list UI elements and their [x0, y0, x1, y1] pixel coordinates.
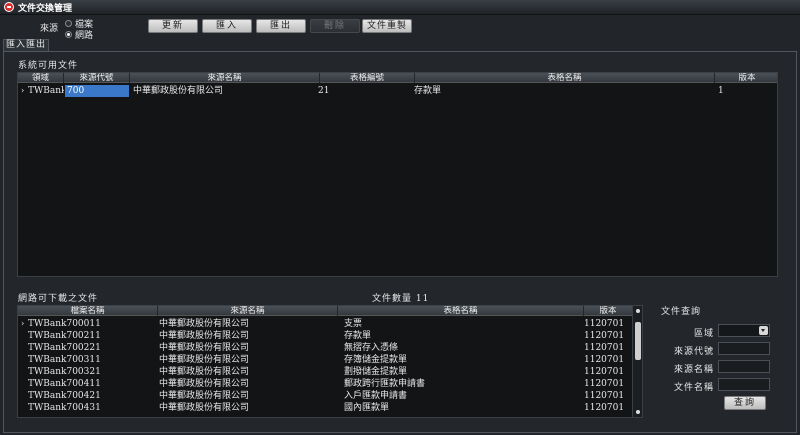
col-form-name[interactable]: 表格名稱 [415, 73, 715, 83]
scroll-down-icon[interactable] [636, 410, 640, 414]
cell-file-name: TWBank700011 [28, 319, 101, 329]
cell-version: 1120701 [584, 403, 625, 413]
scroll-up-icon[interactable] [636, 309, 640, 313]
file-name-label: 文件名稱 [673, 383, 714, 393]
cell-form-name: 無摺存入憑條 [344, 343, 399, 353]
cell-form-no: 21 [318, 86, 330, 96]
table-row[interactable]: TWBank700421 中華郵政股份有限公司 入戶匯款申請書 1120701 [18, 390, 642, 402]
cell-source-name: 中華郵政股份有限公司 [159, 355, 250, 365]
cell-form-name: 郵政跨行匯款申請書 [344, 379, 426, 389]
cell-form-name: 存簿儲金提款單 [344, 355, 408, 365]
export-button[interactable]: 匯出 [256, 19, 306, 33]
cell-form-name: 支票 [344, 319, 363, 329]
cell-version: 1120701 [584, 367, 625, 377]
cell-source-name: 中華郵政股份有限公司 [159, 391, 250, 401]
downloadable-scrollbar[interactable] [632, 306, 642, 417]
cell-form-name: 國內匯款單 [344, 403, 390, 413]
table-row[interactable]: TWBank700221 中華郵政股份有限公司 無摺存入憑條 1120701 [18, 342, 642, 354]
radio-network[interactable]: 網路 [65, 28, 93, 41]
file-name-input[interactable] [718, 378, 770, 391]
source-name-input[interactable] [718, 360, 770, 373]
search-button[interactable]: 查詢 [724, 396, 766, 410]
cell-version: 1120701 [584, 319, 625, 329]
cell-file-name: TWBank700411 [28, 379, 101, 389]
radio-network-label: 網路 [75, 31, 94, 41]
col-source-code[interactable]: 來源代號 [64, 73, 130, 83]
table-row[interactable]: › TWBank700011 中華郵政股份有限公司 支票 1120701 [18, 318, 642, 330]
cell-source-name: 中華郵政股份有限公司 [133, 86, 224, 96]
source-name-label: 來源名稱 [673, 365, 714, 375]
cell-domain: TWBank [28, 86, 64, 96]
cell-source-name: 中華郵政股份有限公司 [159, 379, 250, 389]
available-table-header: 領域 來源代號 來源名稱 表格編號 表格名稱 版本 [18, 73, 777, 83]
cell-version: 1120701 [584, 343, 625, 353]
downloadable-table-header: 檔案名稱 來源名稱 表格名稱 版本 [18, 306, 632, 316]
cell-form-name: 存款單 [344, 331, 372, 341]
document-count: 文件數量 11 [372, 294, 430, 304]
title-bar: 文件交換管理 [0, 0, 800, 15]
table-row[interactable]: TWBank700431 中華郵政股份有限公司 國內匯款單 1120701 [18, 402, 642, 414]
chevron-down-icon[interactable] [759, 326, 768, 335]
col-form-name[interactable]: 表格名稱 [338, 306, 584, 316]
toolbar: 來源 檔案 網路 更新 匯入 匯出 刪除 文件重製 [0, 15, 800, 41]
radio-file-icon [65, 20, 72, 27]
tab-import-export[interactable]: 匯入匯出 [3, 39, 49, 51]
col-version[interactable]: 版本 [584, 306, 632, 316]
scroll-thumb[interactable] [635, 322, 641, 360]
delete-button[interactable]: 刪除 [310, 19, 360, 33]
cell-file-name: TWBank700211 [28, 331, 101, 341]
reset-documents-button[interactable]: 文件重製 [362, 19, 412, 33]
cell-file-name: TWBank700421 [28, 391, 101, 401]
col-file-name[interactable]: 檔案名稱 [18, 306, 158, 316]
cell-source-name: 中華郵政股份有限公司 [159, 331, 250, 341]
app-icon [4, 2, 14, 12]
table-row[interactable]: › TWBank 700 中華郵政股份有限公司 21 存款單 1 [18, 85, 777, 97]
import-button[interactable]: 匯入 [202, 19, 252, 33]
window-title: 文件交換管理 [18, 3, 73, 14]
domain-select[interactable] [718, 324, 770, 337]
cell-source-code[interactable]: 700 [65, 85, 129, 97]
col-source-name[interactable]: 來源名稱 [130, 73, 320, 83]
downloadable-table[interactable]: 檔案名稱 來源名稱 表格名稱 版本 › TWBank700011 中華郵政股份有… [17, 305, 643, 418]
source-code-label: 來源代號 [673, 347, 714, 357]
col-form-no[interactable]: 表格編號 [320, 73, 415, 83]
cell-source-name: 中華郵政股份有限公司 [159, 319, 250, 329]
source-label: 來源 [40, 24, 59, 34]
row-selected-icon: › [21, 86, 25, 95]
table-row[interactable]: TWBank700311 中華郵政股份有限公司 存簿儲金提款單 1120701 [18, 354, 642, 366]
cell-version: 1120701 [584, 379, 625, 389]
radio-network-icon [65, 31, 72, 38]
refresh-button[interactable]: 更新 [148, 19, 198, 33]
source-code-input[interactable] [718, 342, 770, 355]
query-title: 文件查詢 [661, 307, 702, 317]
table-row[interactable]: TWBank700211 中華郵政股份有限公司 存款單 1120701 [18, 330, 642, 342]
cell-version: 1120701 [584, 355, 625, 365]
domain-label: 區域 [693, 329, 714, 339]
cell-file-name: TWBank700221 [28, 343, 101, 353]
cell-form-name: 劃撥儲金提款單 [344, 367, 408, 377]
col-source-name[interactable]: 來源名稱 [158, 306, 338, 316]
cell-file-name: TWBank700311 [28, 355, 101, 365]
available-section-title: 系統可用文件 [18, 61, 79, 71]
col-version[interactable]: 版本 [715, 73, 777, 83]
cell-version: 1120701 [584, 391, 625, 401]
cell-form-name: 入戶匯款申請書 [344, 391, 408, 401]
cell-source-name: 中華郵政股份有限公司 [159, 367, 250, 377]
col-domain[interactable]: 領域 [18, 73, 64, 83]
cell-form-name: 存款單 [414, 86, 442, 96]
cell-version: 1120701 [584, 331, 625, 341]
table-row[interactable]: TWBank700411 中華郵政股份有限公司 郵政跨行匯款申請書 112070… [18, 378, 642, 390]
row-selected-icon: › [21, 319, 25, 328]
cell-version: 1 [718, 86, 724, 96]
cell-source-name: 中華郵政股份有限公司 [159, 343, 250, 353]
cell-source-name: 中華郵政股份有限公司 [159, 403, 250, 413]
table-row[interactable]: TWBank700321 中華郵政股份有限公司 劃撥儲金提款單 1120701 [18, 366, 642, 378]
available-table[interactable]: 領域 來源代號 來源名稱 表格編號 表格名稱 版本 › TWBank 700 中… [17, 72, 778, 277]
downloadable-section-title: 網路可下載之文件 [18, 294, 99, 304]
cell-file-name: TWBank700431 [28, 403, 101, 413]
cell-file-name: TWBank700321 [28, 367, 101, 377]
